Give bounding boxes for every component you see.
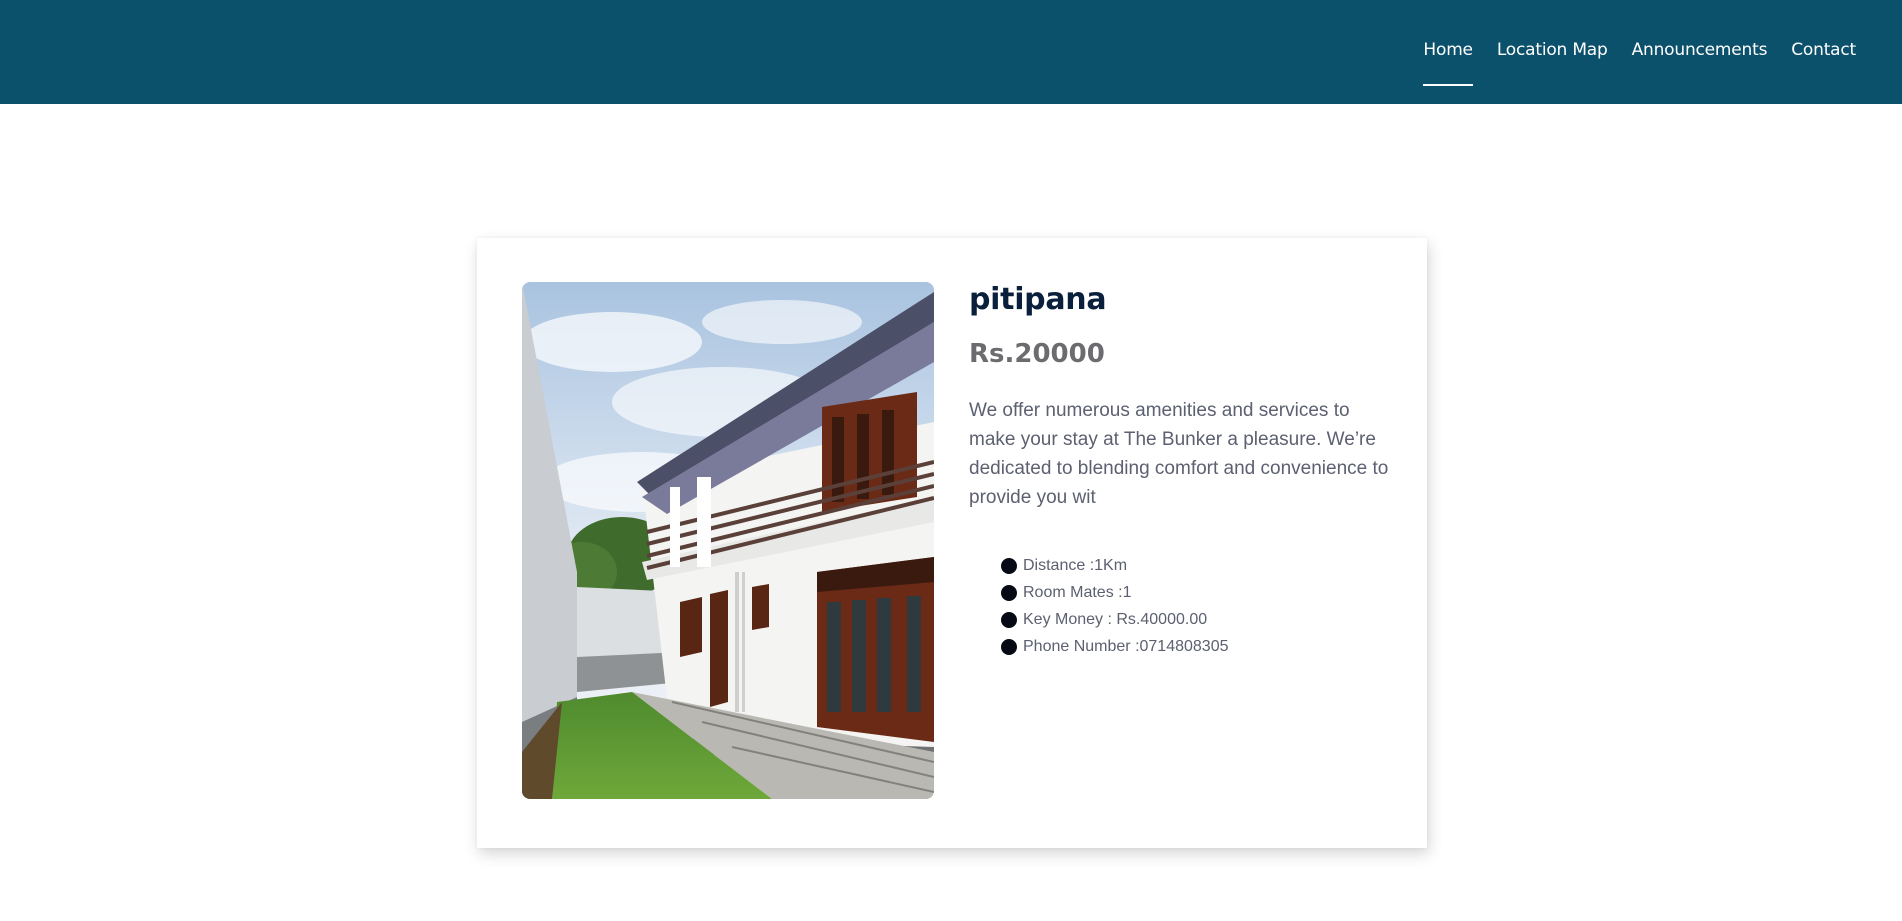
listing-description: We offer numerous amenities and services… (969, 400, 1389, 508)
feature-distance: Distance :1Km (1001, 552, 1389, 579)
bullet-icon (1001, 584, 1017, 601)
nav-menu: Home Location Map Announcements Contact (1423, 0, 1856, 100)
feature-text: Distance :1Km (1023, 557, 1128, 574)
feature-key-money: Key Money : Rs.40000.00 (1001, 606, 1389, 633)
feature-room-mates: Room Mates :1 (1001, 579, 1389, 606)
top-navbar: Home Location Map Announcements Contact (0, 0, 1902, 104)
nav-link-contact[interactable]: Contact (1791, 40, 1856, 60)
house-photo (522, 282, 934, 799)
listing-price: Rs.20000 (969, 339, 1105, 369)
feature-text: Room Mates :1 (1023, 584, 1132, 601)
nav-link-home[interactable]: Home (1423, 40, 1473, 60)
listing-title: pitipana (969, 282, 1107, 317)
nav-link-location-map[interactable]: Location Map (1497, 40, 1608, 60)
feature-text: Key Money : Rs.40000.00 (1023, 611, 1208, 628)
listing-card: pitipana Rs.20000 We offer numerous amen… (477, 238, 1427, 848)
listing-info: pitipana Rs.20000 We offer numerous amen… (969, 282, 1389, 660)
bullet-icon (1001, 557, 1017, 574)
feature-text: Phone Number :0714808305 (1023, 638, 1229, 655)
bullet-icon (1001, 638, 1017, 655)
nav-link-announcements[interactable]: Announcements (1632, 40, 1768, 60)
feature-list: Distance :1Km Room Mates :1 Key Money : … (1001, 552, 1389, 660)
feature-phone-number: Phone Number :0714808305 (1001, 633, 1389, 660)
bullet-icon (1001, 611, 1017, 628)
